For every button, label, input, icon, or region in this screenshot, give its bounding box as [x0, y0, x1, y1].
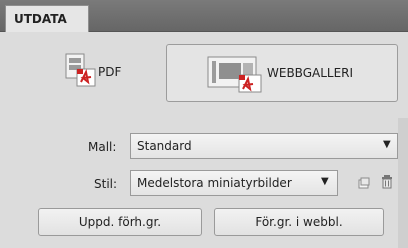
- style-select-value: Medelstora miniatyrbilder: [137, 176, 292, 190]
- pdf-document-icon: [65, 53, 96, 87]
- panel-scrollbar[interactable]: [398, 118, 408, 248]
- template-select-value: Standard: [137, 139, 192, 153]
- pdf-output-button[interactable]: PDF: [6, 44, 154, 102]
- tab-output[interactable]: UTDATA: [5, 5, 89, 32]
- style-label: Stil:: [94, 177, 118, 191]
- refresh-preview-button[interactable]: Uppd. förh.gr.: [38, 208, 202, 236]
- template-select[interactable]: Standard ▼: [130, 133, 398, 159]
- tab-output-label: UTDATA: [14, 12, 67, 26]
- new-style-icon[interactable]: [358, 177, 370, 189]
- panel-tab-bar: UTDATA: [0, 0, 408, 32]
- style-select[interactable]: Medelstora miniatyrbilder ▼: [130, 170, 338, 196]
- web-gallery-output-button[interactable]: WEBBGALLERI: [166, 44, 398, 102]
- web-gallery-output-label: WEBBGALLERI: [267, 66, 354, 80]
- pdf-output-label: PDF: [98, 65, 122, 79]
- chevron-down-icon: ▼: [321, 176, 329, 187]
- chevron-down-icon: ▼: [383, 139, 391, 150]
- preview-in-browser-button[interactable]: För.gr. i webbl.: [214, 208, 384, 236]
- web-gallery-icon: [207, 56, 262, 93]
- trash-icon[interactable]: [381, 175, 393, 189]
- template-label: Mall:: [88, 140, 117, 154]
